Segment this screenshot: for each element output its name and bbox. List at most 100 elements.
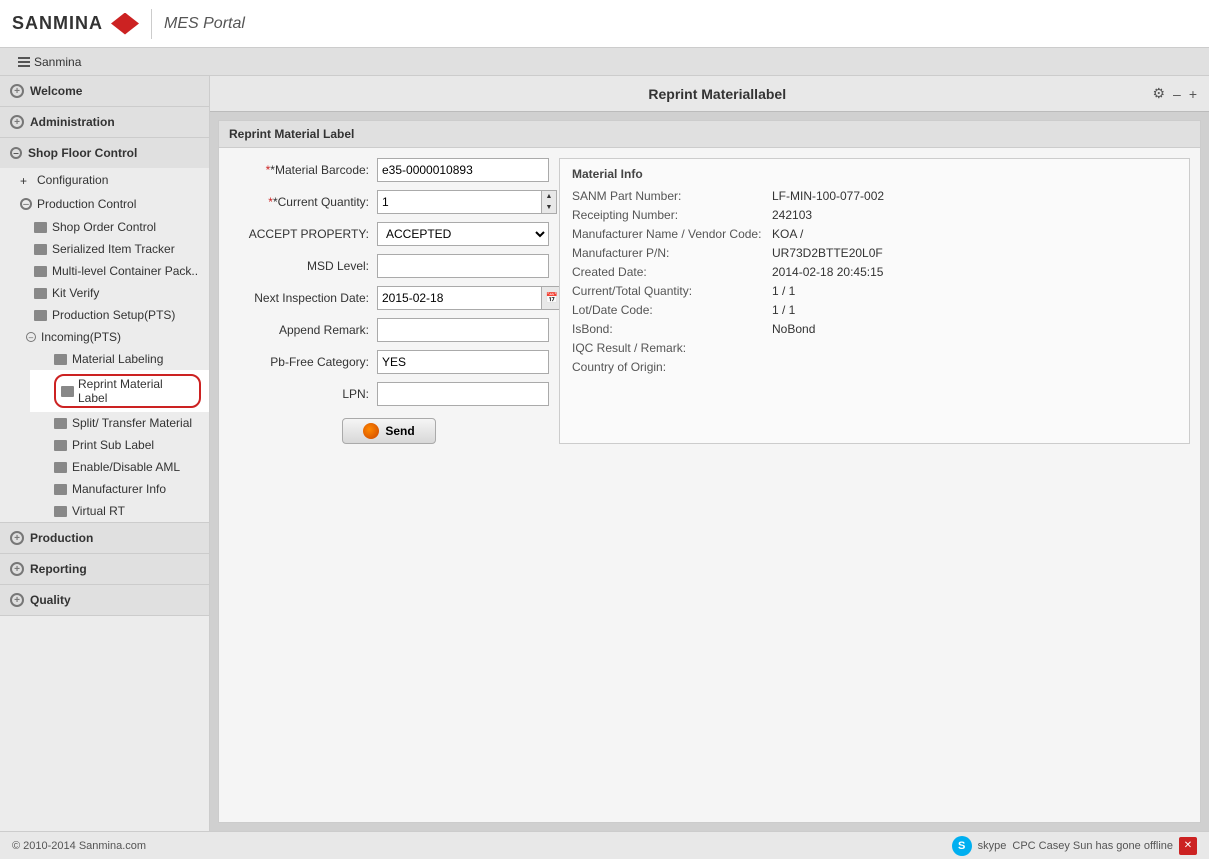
sanm-part-value: LF-MIN-100-077-002 xyxy=(772,189,884,203)
receipting-value: 242103 xyxy=(772,208,812,222)
current-quantity-label: *Current Quantity: xyxy=(229,195,369,209)
sidebar-item-production-setup[interactable]: Production Setup(PTS) xyxy=(10,304,209,326)
sanmina-menu-item[interactable]: Sanmina xyxy=(10,52,89,72)
window-title: Reprint Materiallabel xyxy=(282,86,1152,102)
sidebar-item-split-transfer[interactable]: Split/ Transfer Material xyxy=(30,412,209,434)
sidebar-shop-floor-header[interactable]: – Shop Floor Control xyxy=(0,138,209,168)
logo-text: SANMINA xyxy=(12,13,103,34)
lpn-input[interactable] xyxy=(377,382,549,406)
production-label: Production xyxy=(30,531,93,545)
sidebar-item-reprint-material-label[interactable]: Reprint Material Label xyxy=(30,370,209,412)
skype-close-button[interactable]: ✕ xyxy=(1179,837,1197,855)
sidebar-item-print-sub-label[interactable]: Print Sub Label xyxy=(30,434,209,456)
sidebar-item-shop-order-control[interactable]: Shop Order Control xyxy=(10,216,209,238)
form-title: Reprint Material Label xyxy=(219,121,1200,148)
main-layout: + Welcome + Administration – Shop Floor … xyxy=(0,76,1209,831)
info-row-isbond: IsBond: NoBond xyxy=(572,322,1177,336)
sidebar-item-multilevel-container[interactable]: Multi-level Container Pack.. xyxy=(10,260,209,282)
sidebar-item-material-labeling[interactable]: Material Labeling xyxy=(30,348,209,370)
pb-free-input[interactable] xyxy=(377,350,549,374)
window-titlebar: Reprint Materiallabel ⚙ – + xyxy=(210,76,1209,112)
current-quantity-input[interactable] xyxy=(377,190,541,214)
serialized-tracker-label: Serialized Item Tracker xyxy=(52,242,175,256)
next-inspection-label: Next Inspection Date: xyxy=(229,291,369,305)
next-inspection-input[interactable] xyxy=(377,286,541,310)
incoming-pts-section: – Incoming(PTS) Material Labeling xyxy=(10,326,209,522)
multilevel-container-icon xyxy=(34,266,47,277)
production-setup-icon xyxy=(34,310,47,321)
virtual-rt-icon xyxy=(54,506,67,517)
material-info-panel: Material Info SANM Part Number: LF-MIN-1… xyxy=(559,158,1190,444)
sidebar-production-header[interactable]: + Production xyxy=(0,523,209,553)
reprint-label-outline: Reprint Material Label xyxy=(54,374,201,408)
append-remark-input[interactable] xyxy=(377,318,549,342)
maximize-button[interactable]: + xyxy=(1189,86,1197,102)
administration-expand-icon: + xyxy=(10,115,24,129)
material-labeling-label: Material Labeling xyxy=(72,352,163,366)
created-date-value: 2014-02-18 20:45:15 xyxy=(772,265,883,279)
info-row-receipting: Receipting Number: 242103 xyxy=(572,208,1177,222)
info-row-manufacturer-pn: Manufacturer P/N: UR73D2BTTE20L0F xyxy=(572,246,1177,260)
material-info-title: Material Info xyxy=(572,167,1177,181)
material-barcode-row: *Material Barcode: xyxy=(229,158,549,182)
info-row-lot-date-code: Lot/Date Code: 1 / 1 xyxy=(572,303,1177,317)
kit-verify-icon xyxy=(34,288,47,299)
info-row-current-total-qty: Current/Total Quantity: 1 / 1 xyxy=(572,284,1177,298)
form-container: Reprint Material Label *Material Barcode… xyxy=(218,120,1201,823)
send-button[interactable]: Send xyxy=(342,418,435,444)
sidebar-item-kit-verify[interactable]: Kit Verify xyxy=(10,282,209,304)
sidebar-administration-header[interactable]: + Administration xyxy=(0,107,209,137)
bottom-bar: © 2010-2014 Sanmina.com S skype CPC Case… xyxy=(0,831,1209,859)
enable-disable-aml-icon xyxy=(54,462,67,473)
msd-level-row: MSD Level: xyxy=(229,254,549,278)
minimize-button[interactable]: – xyxy=(1173,86,1181,102)
skype-area: S skype CPC Casey Sun has gone offline ✕ xyxy=(952,836,1197,856)
production-control-label: Production Control xyxy=(37,197,136,211)
sidebar-item-virtual-rt[interactable]: Virtual RT xyxy=(30,500,209,522)
reporting-label: Reporting xyxy=(30,562,87,576)
created-date-label: Created Date: xyxy=(572,265,772,279)
sidebar-item-production-control[interactable]: – Production Control xyxy=(0,192,209,216)
msd-level-input[interactable] xyxy=(377,254,549,278)
split-transfer-icon xyxy=(54,418,67,429)
sidebar-item-incoming-pts[interactable]: – Incoming(PTS) xyxy=(10,326,209,348)
configuration-label: Configuration xyxy=(37,173,108,187)
manufacturer-name-label: Manufacturer Name / Vendor Code: xyxy=(572,227,772,241)
info-row-iqc-result: IQC Result / Remark: xyxy=(572,341,1177,355)
iqc-result-label: IQC Result / Remark: xyxy=(572,341,772,355)
sanmina-menu-label: Sanmina xyxy=(34,55,81,69)
quantity-down-button[interactable]: ▼ xyxy=(542,202,556,213)
sidebar-section-shop-floor: – Shop Floor Control + Configuration – P… xyxy=(0,138,209,523)
multilevel-container-label: Multi-level Container Pack.. xyxy=(52,264,198,278)
kit-verify-label: Kit Verify xyxy=(52,286,99,300)
manufacturer-info-icon xyxy=(54,484,67,495)
skype-icon: S xyxy=(952,836,972,856)
shop-order-label: Shop Order Control xyxy=(52,220,156,234)
material-barcode-input[interactable] xyxy=(377,158,549,182)
info-row-manufacturer-name: Manufacturer Name / Vendor Code: KOA / xyxy=(572,227,1177,241)
quantity-up-button[interactable]: ▲ xyxy=(542,191,556,202)
sidebar-quality-header[interactable]: + Quality xyxy=(0,585,209,615)
sidebar-reporting-header[interactable]: + Reporting xyxy=(0,554,209,584)
sidebar-item-enable-disable-aml[interactable]: Enable/Disable AML xyxy=(30,456,209,478)
lot-date-code-value: 1 / 1 xyxy=(772,303,795,317)
sidebar-item-manufacturer-info[interactable]: Manufacturer Info xyxy=(30,478,209,500)
accept-property-select[interactable]: ACCEPTED REJECTED PENDING xyxy=(377,222,549,246)
sidebar-item-serialized-tracker[interactable]: Serialized Item Tracker xyxy=(10,238,209,260)
window-controls: ⚙ – + xyxy=(1152,85,1197,102)
settings-button[interactable]: ⚙ xyxy=(1152,85,1165,102)
pb-free-row: Pb-Free Category: xyxy=(229,350,549,374)
sidebar-item-configuration[interactable]: + Configuration xyxy=(0,168,209,192)
isbond-label: IsBond: xyxy=(572,322,772,336)
top-header: SANMINA MES Portal xyxy=(0,0,1209,48)
print-sub-label-icon xyxy=(54,440,67,451)
accept-property-row: ACCEPT PROPERTY: ACCEPTED REJECTED PENDI… xyxy=(229,222,549,246)
sanm-part-label: SANM Part Number: xyxy=(572,189,772,203)
send-button-label: Send xyxy=(385,424,414,438)
quantity-spinner: ▲ ▼ xyxy=(541,190,557,214)
sidebar-welcome-header[interactable]: + Welcome xyxy=(0,76,209,106)
menu-lines-icon xyxy=(18,57,30,67)
production-expand-icon: + xyxy=(10,531,24,545)
manufacturer-pn-label: Manufacturer P/N: xyxy=(572,246,772,260)
reprint-material-label: Reprint Material Label xyxy=(78,377,194,405)
